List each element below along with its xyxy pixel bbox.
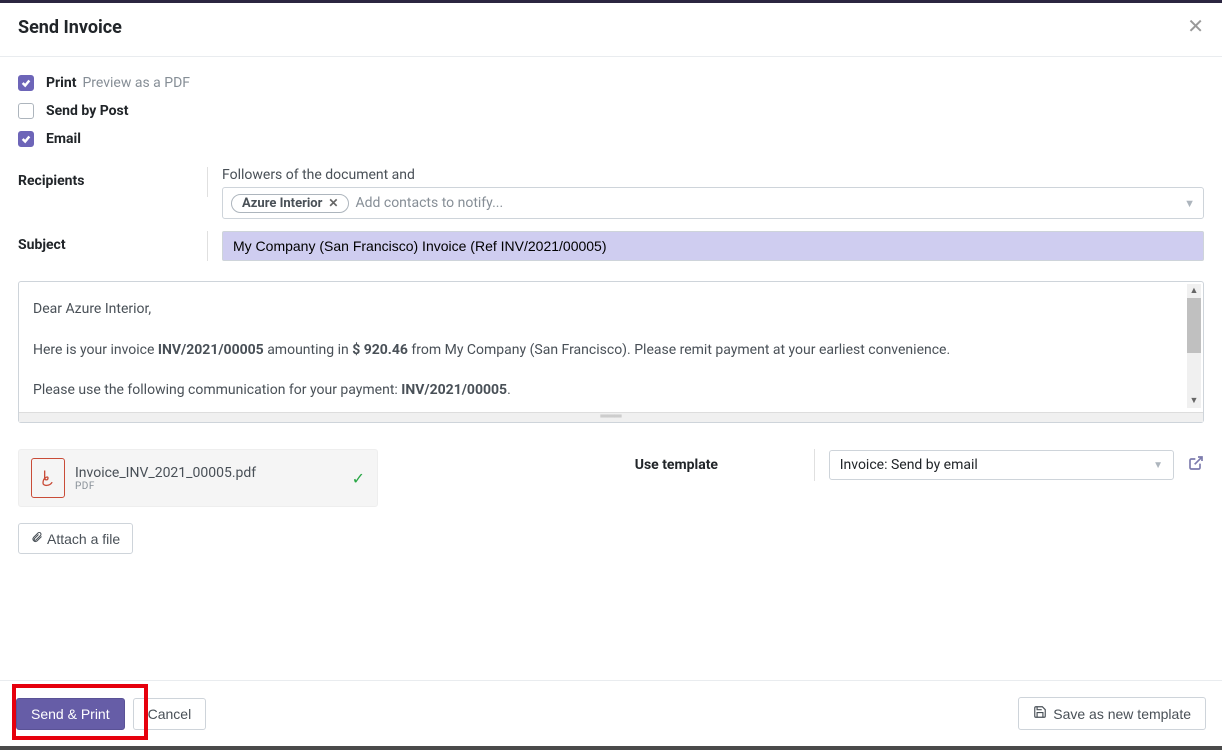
message-content[interactable]: Dear Azure Interior, Here is your invoic… — [19, 282, 1203, 412]
template-row: Use template Invoice: Send by email ▼ — [635, 449, 1204, 481]
msg-l2-inv: INV/2021/00005 — [401, 382, 507, 398]
chevron-down-icon: ▼ — [1153, 460, 1163, 471]
footer-left: Send & Print Cancel — [16, 698, 206, 730]
subject-label: Subject — [18, 231, 208, 261]
attach-file-button[interactable]: Attach a file — [18, 523, 133, 554]
attachments-row: Invoice_INV_2021_00005.pdf PDF ✓ Attach … — [18, 449, 1204, 554]
email-checkbox[interactable] — [18, 131, 34, 147]
cancel-button[interactable]: Cancel — [133, 698, 207, 730]
modal-title: Send Invoice — [18, 17, 122, 38]
print-hint: Preview as a PDF — [82, 75, 190, 91]
template-select[interactable]: Invoice: Send by email ▼ — [829, 450, 1174, 480]
attachment-info: Invoice_INV_2021_00005.pdf PDF — [75, 465, 342, 492]
msg-l1c: from My Company (San Francisco). Please … — [408, 342, 950, 358]
post-checkbox[interactable] — [18, 103, 34, 119]
modal-body: Print Preview as a PDF Send by Post Emai… — [0, 57, 1222, 680]
tag-remove-icon[interactable]: ✕ — [328, 196, 338, 210]
close-button[interactable]: ✕ — [1187, 17, 1204, 37]
msg-l2a: Please use the following communication f… — [33, 382, 401, 398]
save-icon — [1033, 705, 1047, 722]
email-label: Email — [46, 131, 81, 147]
msg-l2b: . — [507, 382, 511, 398]
attachments-col: Invoice_INV_2021_00005.pdf PDF ✓ Attach … — [18, 449, 587, 554]
bottom-bar — [0, 746, 1222, 750]
email-option-row: Email — [18, 131, 1204, 147]
message-box: Dear Azure Interior, Here is your invoic… — [18, 281, 1204, 423]
close-icon: ✕ — [1187, 16, 1204, 38]
recipients-placeholder: Add contacts to notify... — [355, 195, 1178, 211]
subject-row: Subject — [18, 231, 1204, 261]
check-icon: ✓ — [352, 469, 365, 488]
external-link-icon[interactable] — [1188, 455, 1204, 475]
modal-header: Send Invoice ✕ — [0, 3, 1222, 57]
modal-footer: Send & Print Cancel Save as new template — [0, 680, 1222, 746]
template-label: Use template — [635, 449, 815, 481]
recipient-tag-label: Azure Interior — [242, 196, 322, 211]
template-selected: Invoice: Send by email — [840, 457, 978, 473]
attachment-type: PDF — [75, 481, 342, 492]
scroll-down-icon[interactable]: ▼ — [1187, 394, 1201, 408]
recipients-value: Followers of the document and Azure Inte… — [222, 167, 1204, 219]
print-label: Print — [46, 75, 76, 91]
template-col: Use template Invoice: Send by email ▼ — [635, 449, 1204, 481]
subject-value — [222, 231, 1204, 261]
save-template-label: Save as new template — [1053, 706, 1191, 722]
subject-input[interactable] — [222, 231, 1204, 261]
attachment-card[interactable]: Invoice_INV_2021_00005.pdf PDF ✓ — [18, 449, 378, 507]
msg-l1-inv: INV/2021/00005 — [158, 342, 264, 358]
send-print-button[interactable]: Send & Print — [16, 698, 125, 730]
pdf-icon — [31, 458, 65, 498]
paperclip-icon — [31, 530, 43, 547]
recipient-tag[interactable]: Azure Interior ✕ — [231, 194, 349, 213]
message-scrollbar[interactable]: ▲ ▼ — [1187, 284, 1201, 408]
chevron-down-icon[interactable]: ▼ — [1184, 197, 1195, 210]
msg-l1-amt: $ 920.46 — [352, 342, 408, 358]
attach-file-label: Attach a file — [47, 531, 120, 547]
post-label: Send by Post — [46, 103, 128, 119]
resize-handle[interactable]: ═══ — [19, 412, 1203, 422]
msg-l1a: Here is your invoice — [33, 342, 158, 358]
recipients-row: Recipients Followers of the document and… — [18, 167, 1204, 219]
print-checkbox[interactable] — [18, 75, 34, 91]
msg-l1b: amounting in — [264, 342, 352, 358]
scroll-up-icon[interactable]: ▲ — [1187, 284, 1201, 298]
recipients-input[interactable]: Azure Interior ✕ Add contacts to notify.… — [222, 187, 1204, 219]
post-option-row: Send by Post — [18, 103, 1204, 119]
message-greeting: Dear Azure Interior, — [33, 301, 151, 317]
scrollbar-thumb[interactable] — [1187, 298, 1201, 353]
print-option-row: Print Preview as a PDF — [18, 75, 1204, 91]
recipients-label: Recipients — [18, 167, 208, 197]
save-template-button[interactable]: Save as new template — [1018, 697, 1206, 730]
send-invoice-modal: Send Invoice ✕ Print Preview as a PDF Se… — [0, 0, 1222, 750]
followers-text: Followers of the document and — [222, 167, 1204, 183]
attachment-filename: Invoice_INV_2021_00005.pdf — [75, 465, 342, 481]
